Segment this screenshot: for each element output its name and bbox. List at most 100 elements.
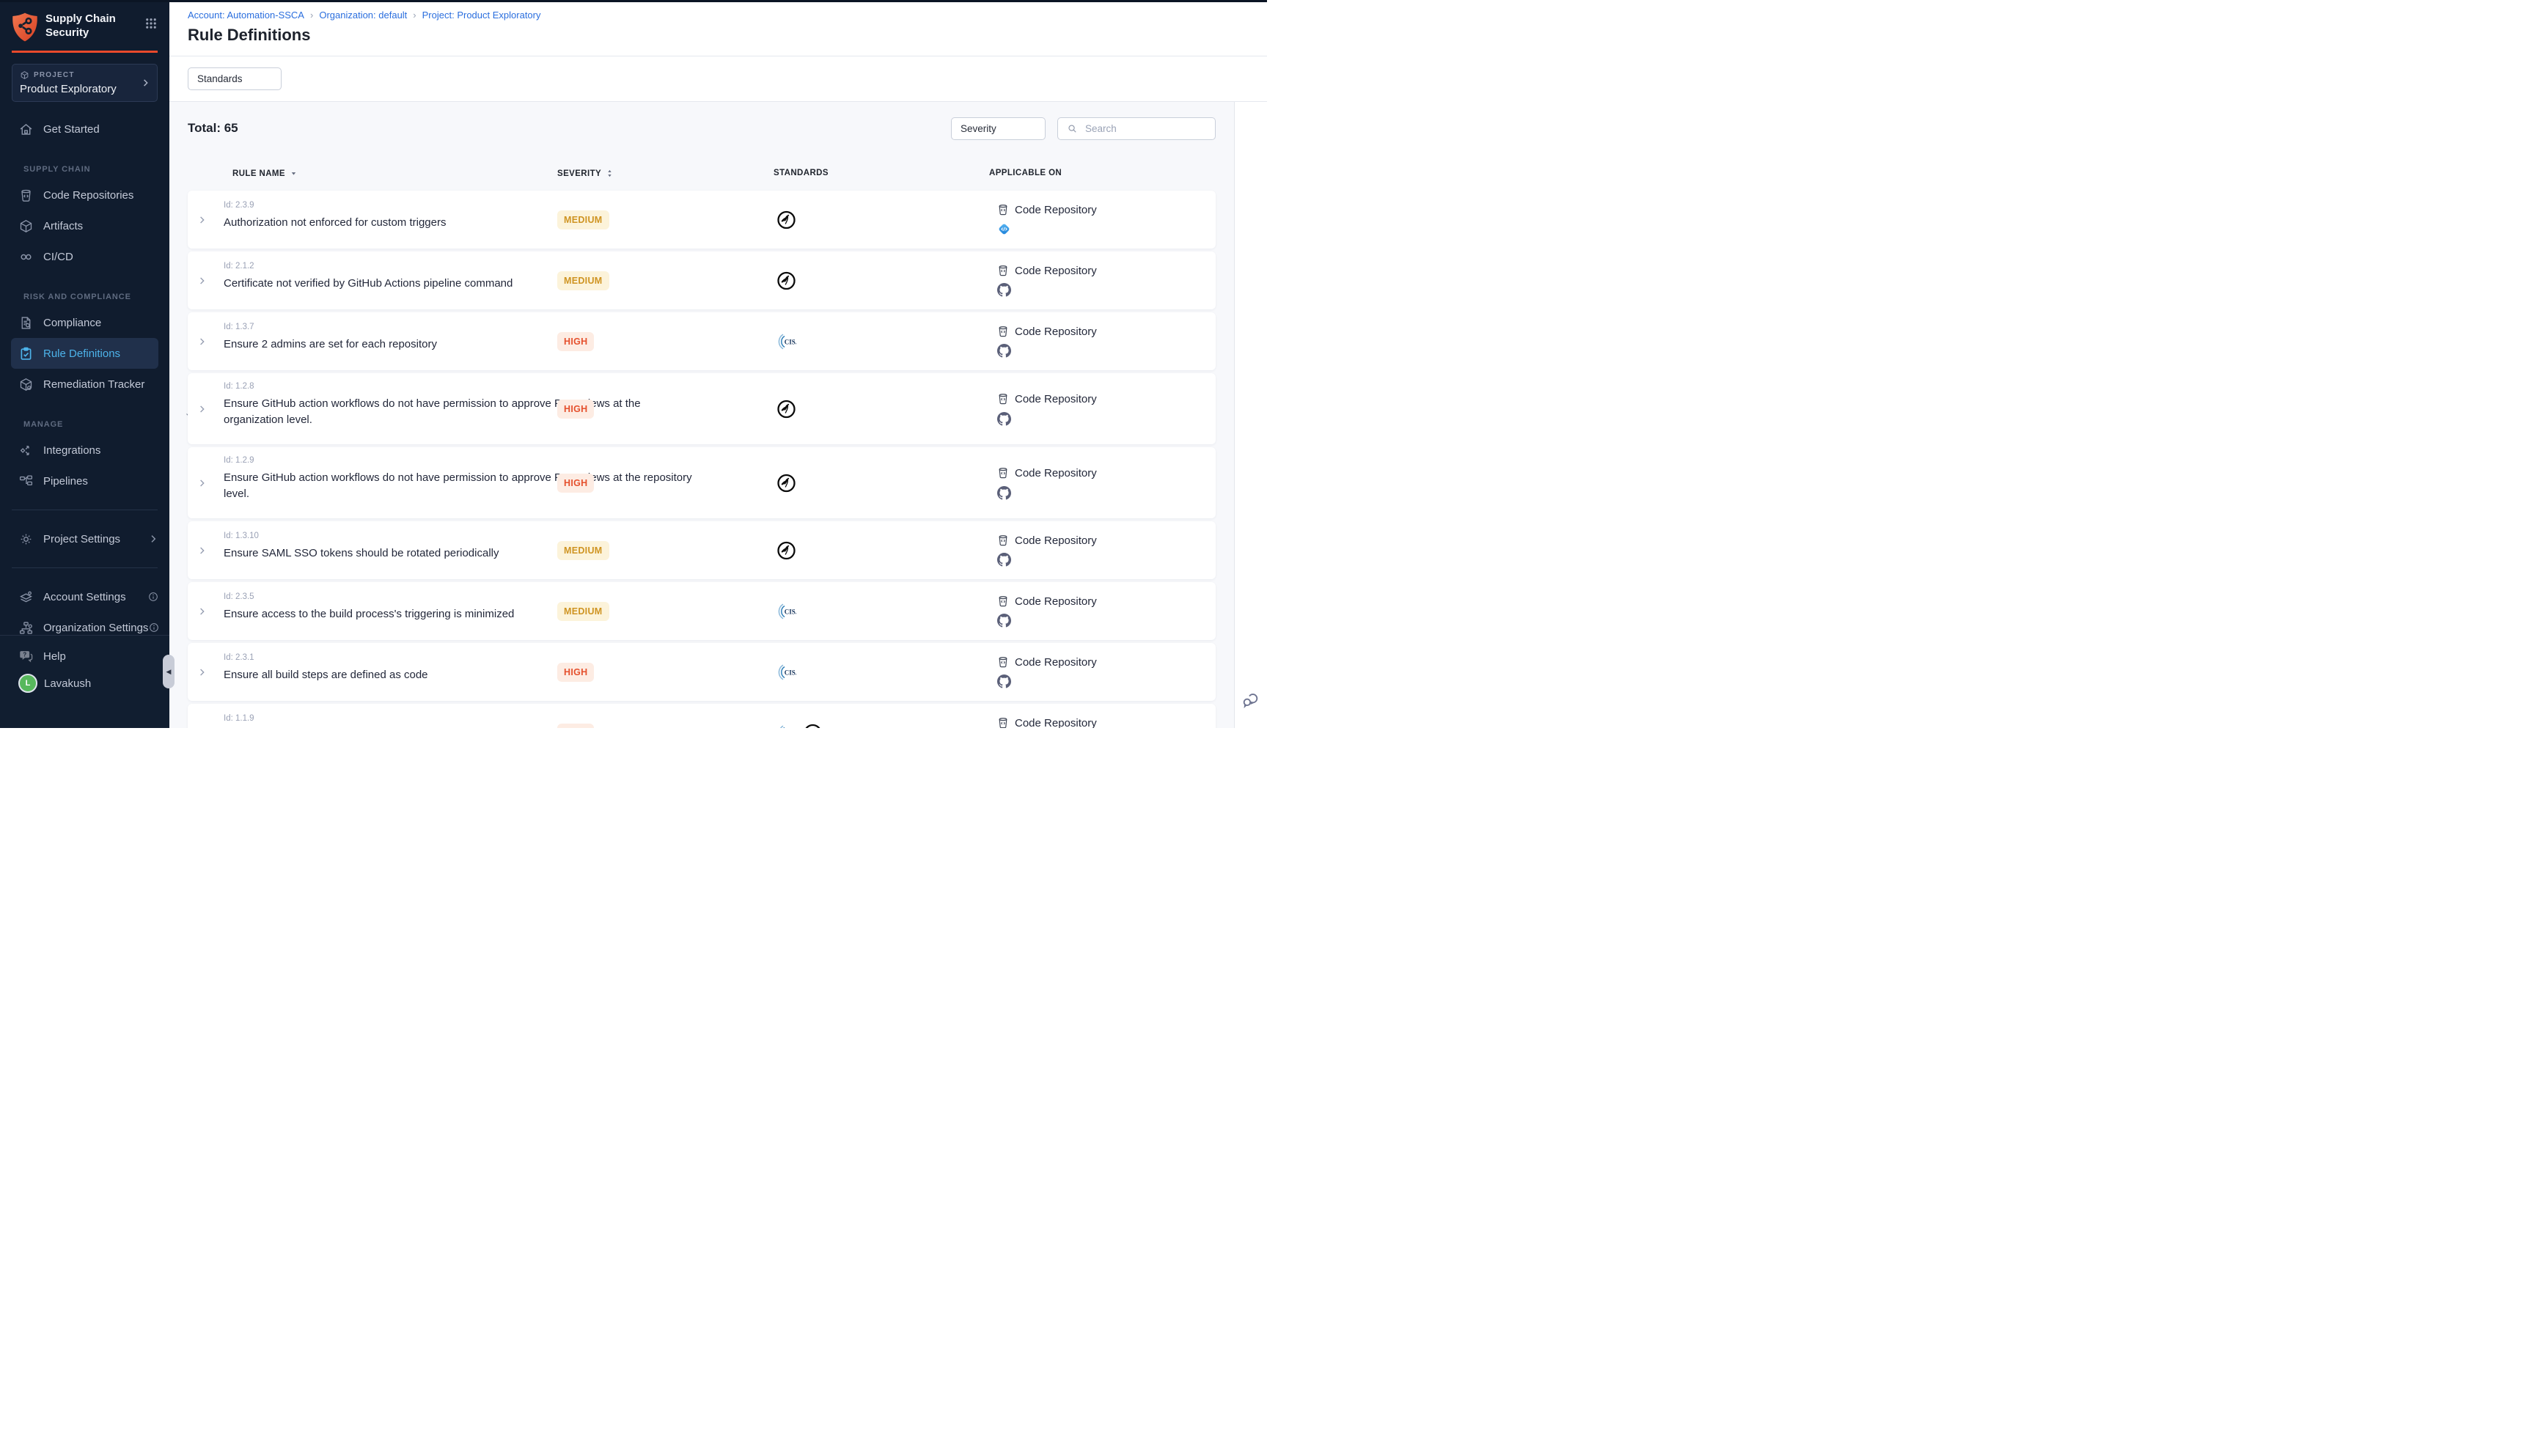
table-row[interactable]: Id: 2.3.9 Authorization not enforced for… bbox=[188, 191, 1216, 249]
info-icon[interactable] bbox=[147, 591, 159, 603]
expand-chevron-icon[interactable] bbox=[197, 545, 208, 556]
standards-icons bbox=[776, 210, 796, 229]
info-icon[interactable] bbox=[148, 622, 160, 633]
owasp-standard-icon bbox=[803, 723, 823, 728]
home-icon bbox=[18, 122, 34, 137]
column-header-applicable-on: APPLICABLE ON bbox=[989, 169, 1062, 177]
sidebar-collapse-handle[interactable]: ◀ bbox=[163, 655, 175, 688]
search-box[interactable] bbox=[1057, 117, 1216, 140]
table-row[interactable]: Id: 1.2.9 Ensure GitHub action workflows… bbox=[188, 447, 1216, 518]
table-row[interactable]: Id: 2.3.1 Ensure all build steps are def… bbox=[188, 643, 1216, 701]
code-repository-icon bbox=[996, 716, 1010, 728]
sidebar-item-compliance[interactable]: Compliance bbox=[0, 307, 169, 338]
table-row[interactable]: Id: 2.1.2 Certificate not verified by Gi… bbox=[188, 251, 1216, 309]
table-row[interactable]: Id: 1.2.8 Ensure GitHub action workflows… bbox=[188, 373, 1216, 444]
sidebar-item-integrations[interactable]: Integrations bbox=[0, 435, 169, 466]
page-header: Account: Automation-SSCA›Organization: d… bbox=[169, 0, 1267, 56]
table-row[interactable]: Id: 1.3.7 Ensure 2 admins are set for ea… bbox=[188, 312, 1216, 370]
expand-chevron-icon[interactable] bbox=[197, 336, 208, 347]
owasp-standard-icon bbox=[776, 271, 796, 290]
search-input[interactable] bbox=[1084, 122, 1206, 135]
chevron-right-icon bbox=[147, 533, 159, 545]
project-selector[interactable]: PROJECT Product Exploratory bbox=[12, 64, 158, 102]
github-icon bbox=[997, 412, 1011, 426]
expand-chevron-icon[interactable] bbox=[197, 214, 208, 225]
support-chat-icon[interactable] bbox=[1241, 689, 1260, 709]
total-count: Total: 65 bbox=[188, 121, 238, 136]
sidebar-item-ci-cd[interactable]: CI/CD bbox=[0, 241, 169, 272]
brand-accent-rule bbox=[12, 51, 158, 53]
sidebar-item-rule-definitions[interactable]: Rule Definitions bbox=[11, 338, 158, 369]
rule-id: Id: 1.2.8 bbox=[224, 382, 254, 391]
sidebar-item-code-repositories[interactable]: Code Repositories bbox=[0, 180, 169, 210]
sidebar-item-account-settings[interactable]: Account Settings bbox=[0, 581, 169, 612]
help-chat-icon: ? bbox=[18, 648, 34, 664]
standards-icons bbox=[776, 399, 796, 419]
severity-badge: HIGH bbox=[557, 724, 594, 729]
breadcrumb-separator: › bbox=[304, 10, 319, 21]
rule-name: Authorization not enforced for custom tr… bbox=[224, 215, 693, 231]
breadcrumb-project[interactable]: Project: Product Exploratory bbox=[422, 10, 541, 21]
expand-chevron-icon[interactable] bbox=[197, 477, 208, 488]
integrations-icon bbox=[18, 443, 34, 458]
expand-chevron-icon[interactable] bbox=[197, 727, 208, 728]
sidebar-section-label: SUPPLY CHAIN bbox=[0, 144, 169, 180]
applicable-on-label: Code Repository bbox=[1015, 204, 1097, 216]
sidebar-header: Supply Chain Security bbox=[0, 0, 169, 43]
applicable-on-cell: Code Repository bbox=[996, 655, 1097, 669]
breadcrumb-organization[interactable]: Organization: default bbox=[319, 10, 407, 21]
sidebar-item-user[interactable]: L Lavakush bbox=[18, 674, 169, 693]
expand-chevron-icon[interactable] bbox=[197, 275, 208, 286]
table-row[interactable]: Id: 2.3.5 Ensure access to the build pro… bbox=[188, 582, 1216, 640]
project-label: PROJECT bbox=[34, 71, 75, 79]
user-avatar: L bbox=[18, 674, 37, 693]
applicable-on-label: Code Repository bbox=[1015, 656, 1097, 669]
rule-name: Ensure 2 admins are set for each reposit… bbox=[224, 337, 693, 353]
rule-id: Id: 1.1.9 bbox=[224, 714, 254, 723]
supply-chain-security-shield-icon bbox=[12, 12, 38, 43]
page-title: Rule Definitions bbox=[188, 26, 1267, 45]
expand-chevron-icon[interactable] bbox=[197, 606, 208, 617]
sidebar-item-pipelines[interactable]: Pipelines bbox=[0, 466, 169, 496]
sidebar-item-get-started[interactable]: Get Started bbox=[0, 114, 169, 144]
rule-name: Ensure GitHub action workflows do not ha… bbox=[224, 396, 693, 428]
rule-id: Id: 2.1.2 bbox=[224, 262, 254, 271]
owasp-standard-icon bbox=[776, 399, 796, 419]
module-switcher-grid-icon[interactable] bbox=[144, 17, 158, 30]
svg-text:CIS.: CIS. bbox=[785, 669, 796, 676]
table-body: Id: 2.3.9 Authorization not enforced for… bbox=[188, 191, 1216, 728]
standards-icons bbox=[776, 473, 796, 493]
column-header-severity[interactable]: SEVERITY bbox=[557, 169, 614, 178]
sidebar-item-project-settings[interactable]: Project Settings bbox=[0, 523, 169, 554]
severity-filter-dropdown[interactable]: Severity bbox=[951, 117, 1046, 140]
help-label: Help bbox=[43, 650, 66, 663]
app-window: Supply Chain Security PROJECT bbox=[0, 0, 1267, 728]
severity-badge: HIGH bbox=[557, 400, 594, 419]
sidebar-item-help[interactable]: ? Help bbox=[18, 648, 169, 664]
github-icon bbox=[997, 614, 1011, 628]
applicable-on-cell: Code Repository bbox=[996, 595, 1097, 608]
github-icon bbox=[997, 486, 1011, 500]
cis-standard-icon: CIS. bbox=[776, 331, 796, 351]
org-icon bbox=[18, 620, 34, 636]
compliance-icon bbox=[18, 315, 34, 331]
sidebar-item-remediation-tracker[interactable]: Remediation Tracker bbox=[0, 369, 169, 400]
breadcrumb-separator: › bbox=[407, 10, 422, 21]
sidebar-item-artifacts[interactable]: Artifacts bbox=[0, 210, 169, 241]
rule-name: Ensure SAML SSO tokens should be rotated… bbox=[224, 545, 693, 562]
breadcrumb-account[interactable]: Account: Automation-SSCA bbox=[188, 10, 304, 21]
table-row[interactable]: Id: 1.3.10 Ensure SAML SSO tokens should… bbox=[188, 521, 1216, 579]
table-row[interactable]: Id: 1.1.9 HIGH CIS. Code Repository bbox=[188, 704, 1216, 728]
expand-chevron-icon[interactable] bbox=[197, 666, 208, 677]
github-icon bbox=[997, 553, 1011, 567]
svg-text:?: ? bbox=[23, 652, 26, 658]
severity-badge: HIGH bbox=[557, 663, 594, 682]
remediation-icon bbox=[18, 377, 34, 392]
standards-filter-dropdown[interactable]: Standards bbox=[188, 67, 282, 90]
expand-chevron-icon[interactable] bbox=[197, 403, 208, 414]
rule-name: Certificate not verified by GitHub Actio… bbox=[224, 276, 693, 292]
applicable-on-label: Code Repository bbox=[1015, 717, 1097, 729]
column-header-rule-name[interactable]: RULE NAME bbox=[232, 169, 298, 178]
breadcrumb: Account: Automation-SSCA›Organization: d… bbox=[188, 0, 1267, 21]
applicable-on-label: Code Repository bbox=[1015, 534, 1097, 547]
